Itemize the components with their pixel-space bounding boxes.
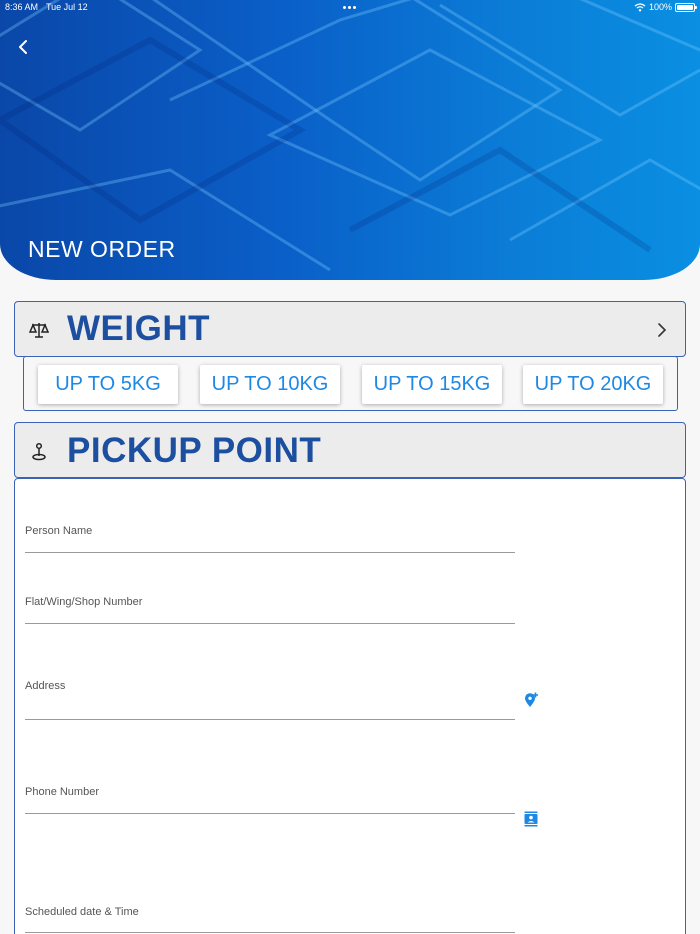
schedule-input[interactable] xyxy=(25,911,515,931)
phone-underline xyxy=(25,813,515,814)
chevron-left-icon xyxy=(19,40,27,54)
weight-option-15kg[interactable]: UP TO 15KG xyxy=(362,365,502,404)
scale-icon xyxy=(29,323,49,338)
address-input[interactable] xyxy=(25,698,515,718)
back-button[interactable] xyxy=(12,36,34,58)
add-location-icon[interactable] xyxy=(523,692,539,708)
status-date: Tue Jul 12 xyxy=(46,2,88,12)
contacts-icon[interactable] xyxy=(523,811,539,827)
weight-option-5kg[interactable]: UP TO 5KG xyxy=(38,365,178,404)
page-title: NEW ORDER xyxy=(28,236,176,262)
schedule-underline xyxy=(25,932,515,933)
weight-option-10kg[interactable]: UP TO 10KG xyxy=(200,365,340,404)
weight-title: WEIGHT xyxy=(67,309,210,348)
chevron-right-icon xyxy=(658,323,667,337)
multitask-dots-icon[interactable] xyxy=(343,6,357,10)
pickup-title: PICKUP POINT xyxy=(67,431,322,470)
battery-percent: 100% xyxy=(648,2,672,12)
weight-section-header[interactable]: WEIGHT xyxy=(14,301,686,357)
address-label: Address xyxy=(25,680,66,692)
person-name-input[interactable] xyxy=(25,532,515,552)
pin-icon xyxy=(32,442,46,461)
status-time: 8:36 AM xyxy=(5,2,39,12)
phone-input[interactable] xyxy=(25,792,515,812)
wifi-icon xyxy=(634,2,646,11)
pickup-section-header[interactable]: PICKUP POINT xyxy=(14,422,686,478)
weight-options: UP TO 5KG UP TO 10KG UP TO 15KG UP TO 20… xyxy=(23,356,678,411)
flat-number-input[interactable] xyxy=(25,603,515,623)
status-bar: 8:36 AM Tue Jul 12 100% xyxy=(0,0,700,14)
flat-number-underline xyxy=(25,623,515,624)
battery-icon xyxy=(675,2,697,12)
pickup-form: Person Name Flat/Wing/Shop Number Addres… xyxy=(14,478,686,934)
address-underline xyxy=(25,719,515,720)
weight-option-20kg[interactable]: UP TO 20KG xyxy=(523,365,663,404)
person-name-underline xyxy=(25,552,515,553)
status-right: 100% xyxy=(634,2,697,12)
header-banner: NEW ORDER xyxy=(0,0,700,280)
